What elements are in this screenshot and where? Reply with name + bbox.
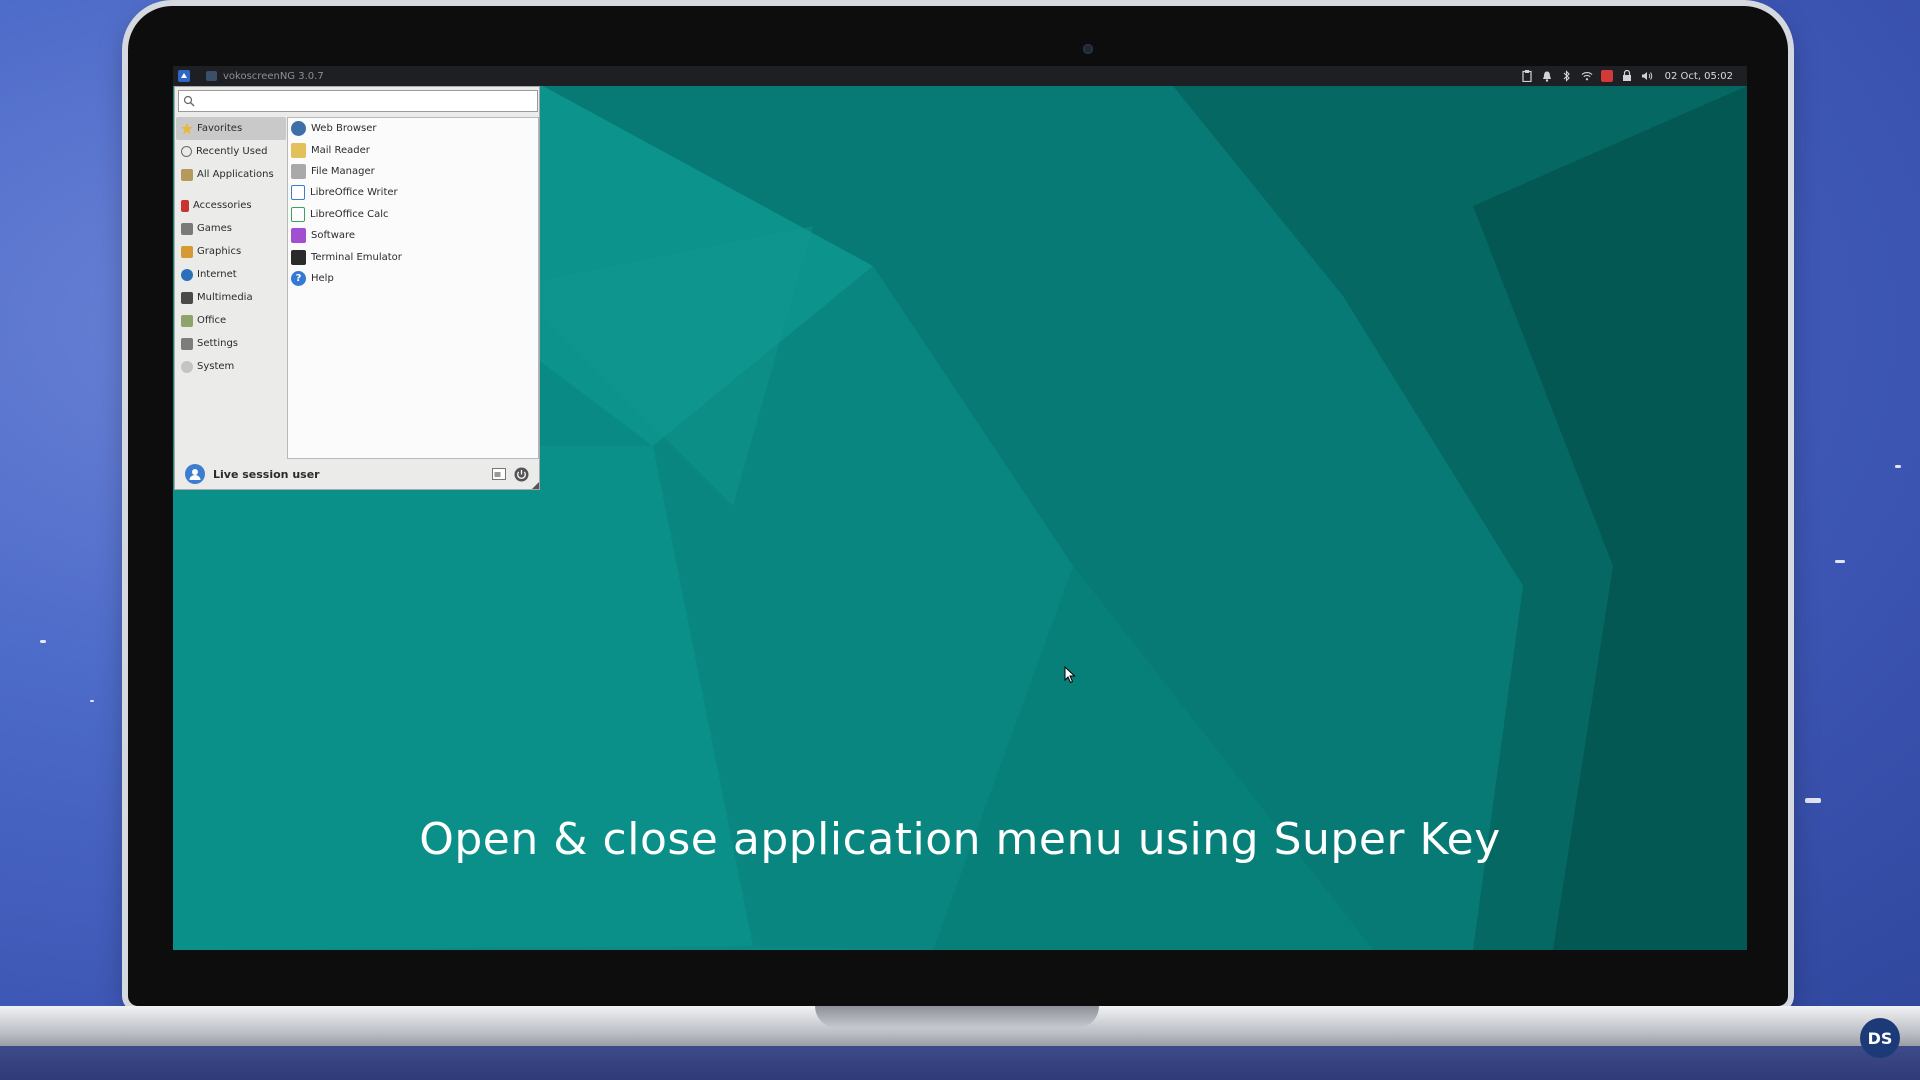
office-icon [181,314,193,327]
taskbar-item[interactable]: vokoscreenNG 3.0.7 [206,71,324,82]
sparkle [1805,798,1821,803]
app-label: LibreOffice Calc [310,208,389,220]
category-favorites[interactable]: Favorites [176,117,286,140]
category-internet[interactable]: Internet [176,263,286,286]
file-manager-icon [291,163,306,179]
app-libreoffice-writer[interactable]: LibreOffice Writer [288,182,538,203]
category-games[interactable]: Games [176,217,286,240]
system-tray: 02 Oct, 05:02 [1521,70,1733,82]
settings-icon [181,337,193,350]
category-label: All Applications [197,169,274,180]
graphics-icon [181,245,193,258]
category-graphics[interactable]: Graphics [176,240,286,263]
app-file-manager[interactable]: File Manager [288,161,538,182]
mail-icon [291,142,306,158]
user-name: Live session user [213,467,320,481]
bluetooth-icon[interactable] [1561,70,1573,82]
app-label: Mail Reader [311,144,370,156]
accessories-icon [181,199,189,212]
camera [1083,44,1093,54]
laptop-foot [0,1046,1920,1080]
category-label: Games [197,223,232,234]
laptop-notch [815,1006,1099,1028]
app-help[interactable]: ? Help [288,268,538,289]
category-label: System [197,361,235,372]
app-label: Help [311,272,334,284]
help-icon: ? [291,270,306,286]
user-icon [189,469,201,480]
category-accessories[interactable]: Accessories [176,194,286,217]
app-label: LibreOffice Writer [310,187,398,199]
clipboard-icon[interactable] [1521,70,1533,82]
sparkle [40,640,46,643]
red-app-icon[interactable] [1600,70,1613,82]
menu-footer: Live session user [175,459,539,489]
web-browser-icon [291,121,306,137]
resize-handle[interactable] [532,482,539,489]
category-label: Recently Used [196,146,268,157]
power-button[interactable] [513,466,529,482]
channel-badge: DS [1860,1018,1900,1058]
sparkle [1895,465,1901,468]
app-label: Terminal Emulator [311,251,402,263]
app-mail-reader[interactable]: Mail Reader [288,139,538,160]
calc-icon [291,206,305,222]
vokoscreen-icon [206,71,217,81]
category-label: Favorites [197,123,243,134]
caption-text: Open & close application menu using Supe… [419,814,1501,865]
writer-icon [291,185,305,201]
app-label: Software [311,230,356,242]
app-label: Web Browser [311,123,377,135]
search-input[interactable] [199,94,523,108]
category-label: Office [197,315,227,326]
search-icon [183,95,195,107]
power-icon [514,467,528,481]
sparkle [90,700,94,702]
multimedia-icon [181,291,193,304]
games-icon [181,222,193,235]
app-software[interactable]: Software [288,225,538,246]
bell-icon[interactable] [1541,70,1553,82]
category-label: Graphics [197,246,242,257]
system-icon [181,360,193,373]
folder-icon [181,168,193,181]
category-label: Accessories [193,200,252,211]
lock-icon[interactable] [1621,70,1633,82]
category-list: Favorites Recently Used All Applications… [176,117,286,378]
category-recently-used[interactable]: Recently Used [176,140,286,163]
settings-manager-icon [492,468,506,480]
category-office[interactable]: Office [176,309,286,332]
app-label: File Manager [311,165,375,177]
volume-icon[interactable] [1641,70,1653,82]
taskbar-item-label: vokoscreenNG 3.0.7 [223,70,324,82]
category-all-applications[interactable]: All Applications [176,163,286,186]
sparkle [1835,560,1845,563]
star-icon [181,122,193,135]
category-label: Settings [197,338,239,349]
app-terminal-emulator[interactable]: Terminal Emulator [288,246,538,267]
category-settings[interactable]: Settings [176,332,286,355]
menu-search-box[interactable] [178,90,538,112]
application-menu: Favorites Recently Used All Applications… [174,86,540,490]
user-avatar [185,464,205,484]
category-multimedia[interactable]: Multimedia [176,286,286,309]
screen: vokoscreenNG 3.0.7 02 Oct, 05:02 Favorit… [173,66,1747,950]
category-system[interactable]: System [176,355,286,378]
terminal-icon [291,249,306,265]
top-panel: vokoscreenNG 3.0.7 02 Oct, 05:02 [173,66,1747,86]
xfce-logo-icon [178,70,190,82]
clock-icon [181,146,192,157]
applications-menu-button[interactable] [176,68,192,84]
application-list: Web Browser Mail Reader File Manager Lib… [287,117,539,459]
category-label: Multimedia [197,292,253,303]
mouse-cursor-icon [1064,666,1076,684]
wifi-icon[interactable] [1581,70,1593,82]
category-label: Internet [197,269,237,280]
clock[interactable]: 02 Oct, 05:02 [1665,71,1733,82]
settings-manager-button[interactable] [491,466,507,482]
app-web-browser[interactable]: Web Browser [288,118,538,139]
app-libreoffice-calc[interactable]: LibreOffice Calc [288,204,538,225]
globe-icon [181,268,193,281]
software-icon [291,228,306,244]
